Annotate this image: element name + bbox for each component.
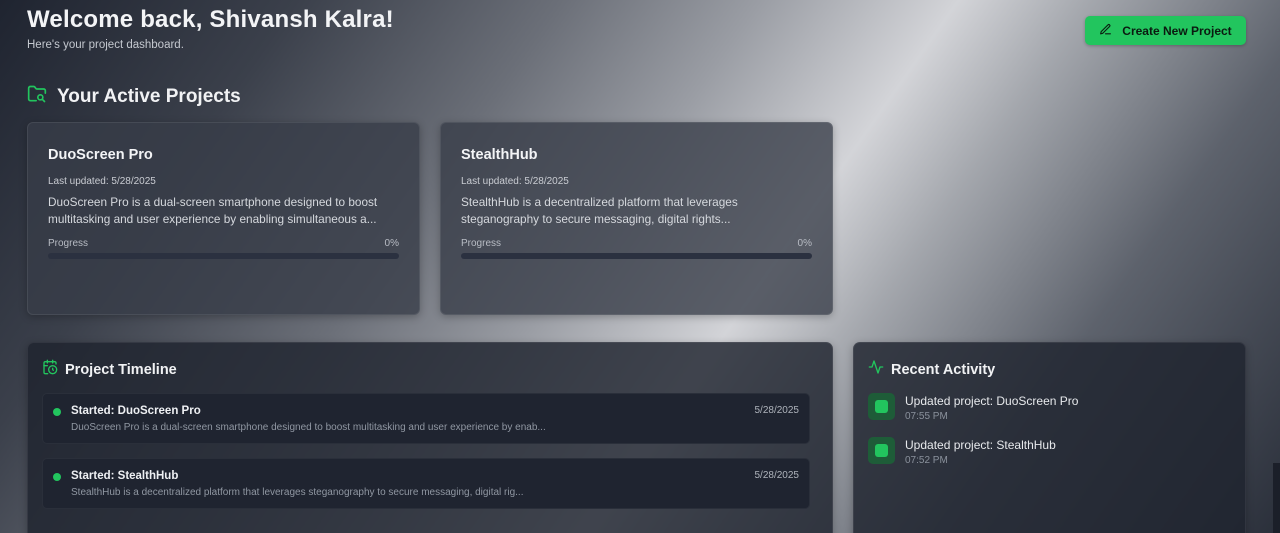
activity-item-time: 07:55 PM (905, 411, 948, 422)
timeline-item-date: 5/28/2025 (754, 470, 800, 481)
folder-icon (27, 84, 47, 109)
status-dot (53, 408, 61, 416)
timeline-title: Project Timeline (65, 361, 177, 378)
timeline-heading: Project Timeline (42, 359, 177, 380)
calendar-icon (42, 359, 58, 380)
activity-item-time: 07:52 PM (905, 455, 948, 466)
project-updated: Last updated: 5/28/2025 (48, 176, 156, 187)
timeline-item-title: Started: StealthHub (71, 470, 179, 482)
progress-bar (48, 253, 399, 259)
timeline-item-title: Started: DuoScreen Pro (71, 405, 201, 417)
progress-bar (461, 253, 812, 259)
status-dot (53, 473, 61, 481)
project-description: DuoScreen Pro is a dual-screen smartphon… (48, 195, 378, 226)
timeline-item-description: DuoScreen Pro is a dual-screen smartphon… (71, 422, 546, 433)
project-card-stealthhub[interactable]: StealthHub Last updated: 5/28/2025 Steal… (440, 122, 833, 315)
pencil-icon (1099, 23, 1112, 39)
project-name: DuoScreen Pro (48, 147, 153, 163)
activity-item-title: Updated project: DuoScreen Pro (905, 394, 1079, 408)
recent-activity-panel: Recent Activity Updated project: DuoScre… (853, 342, 1246, 533)
activity-pulse-icon (868, 359, 884, 380)
create-new-project-button[interactable]: Create New Project (1085, 16, 1246, 45)
activity-item[interactable]: Updated project: StealthHub 07:52 PM (868, 437, 1056, 466)
page-header: Welcome back, Shivansh Kalra! Here's you… (27, 6, 394, 51)
timeline-item-date: 5/28/2025 (754, 405, 800, 416)
project-card-duoscreen[interactable]: DuoScreen Pro Last updated: 5/28/2025 Du… (27, 122, 420, 315)
active-projects-heading: Your Active Projects (27, 84, 241, 109)
project-name: StealthHub (461, 147, 538, 163)
project-timeline-panel: Project Timeline Started: DuoScreen Pro … (27, 342, 833, 533)
activity-heading: Recent Activity (868, 359, 995, 380)
activity-item-title: Updated project: StealthHub (905, 438, 1056, 452)
progress-value: 0% (797, 238, 812, 249)
activity-item-icon (868, 393, 895, 420)
page-title: Welcome back, Shivansh Kalra! (27, 6, 394, 33)
activity-title: Recent Activity (891, 361, 996, 378)
progress-label: Progress (461, 238, 502, 249)
timeline-item[interactable]: Started: DuoScreen Pro 5/28/2025 DuoScre… (42, 393, 810, 444)
scrollbar[interactable] (1273, 463, 1280, 533)
activity-item[interactable]: Updated project: DuoScreen Pro 07:55 PM (868, 393, 1078, 422)
project-description: StealthHub is a decentralized platform t… (461, 195, 738, 226)
active-projects-title: Your Active Projects (57, 85, 241, 107)
activity-item-icon (868, 437, 895, 464)
progress-value: 0% (384, 238, 399, 249)
timeline-item-description: StealthHub is a decentralized platform t… (71, 487, 524, 498)
project-updated: Last updated: 5/28/2025 (461, 176, 569, 187)
progress-label: Progress (48, 238, 89, 249)
page-subtitle: Here's your project dashboard. (27, 39, 184, 51)
timeline-item[interactable]: Started: StealthHub 5/28/2025 StealthHub… (42, 458, 810, 509)
create-new-project-label: Create New Project (1122, 23, 1232, 38)
